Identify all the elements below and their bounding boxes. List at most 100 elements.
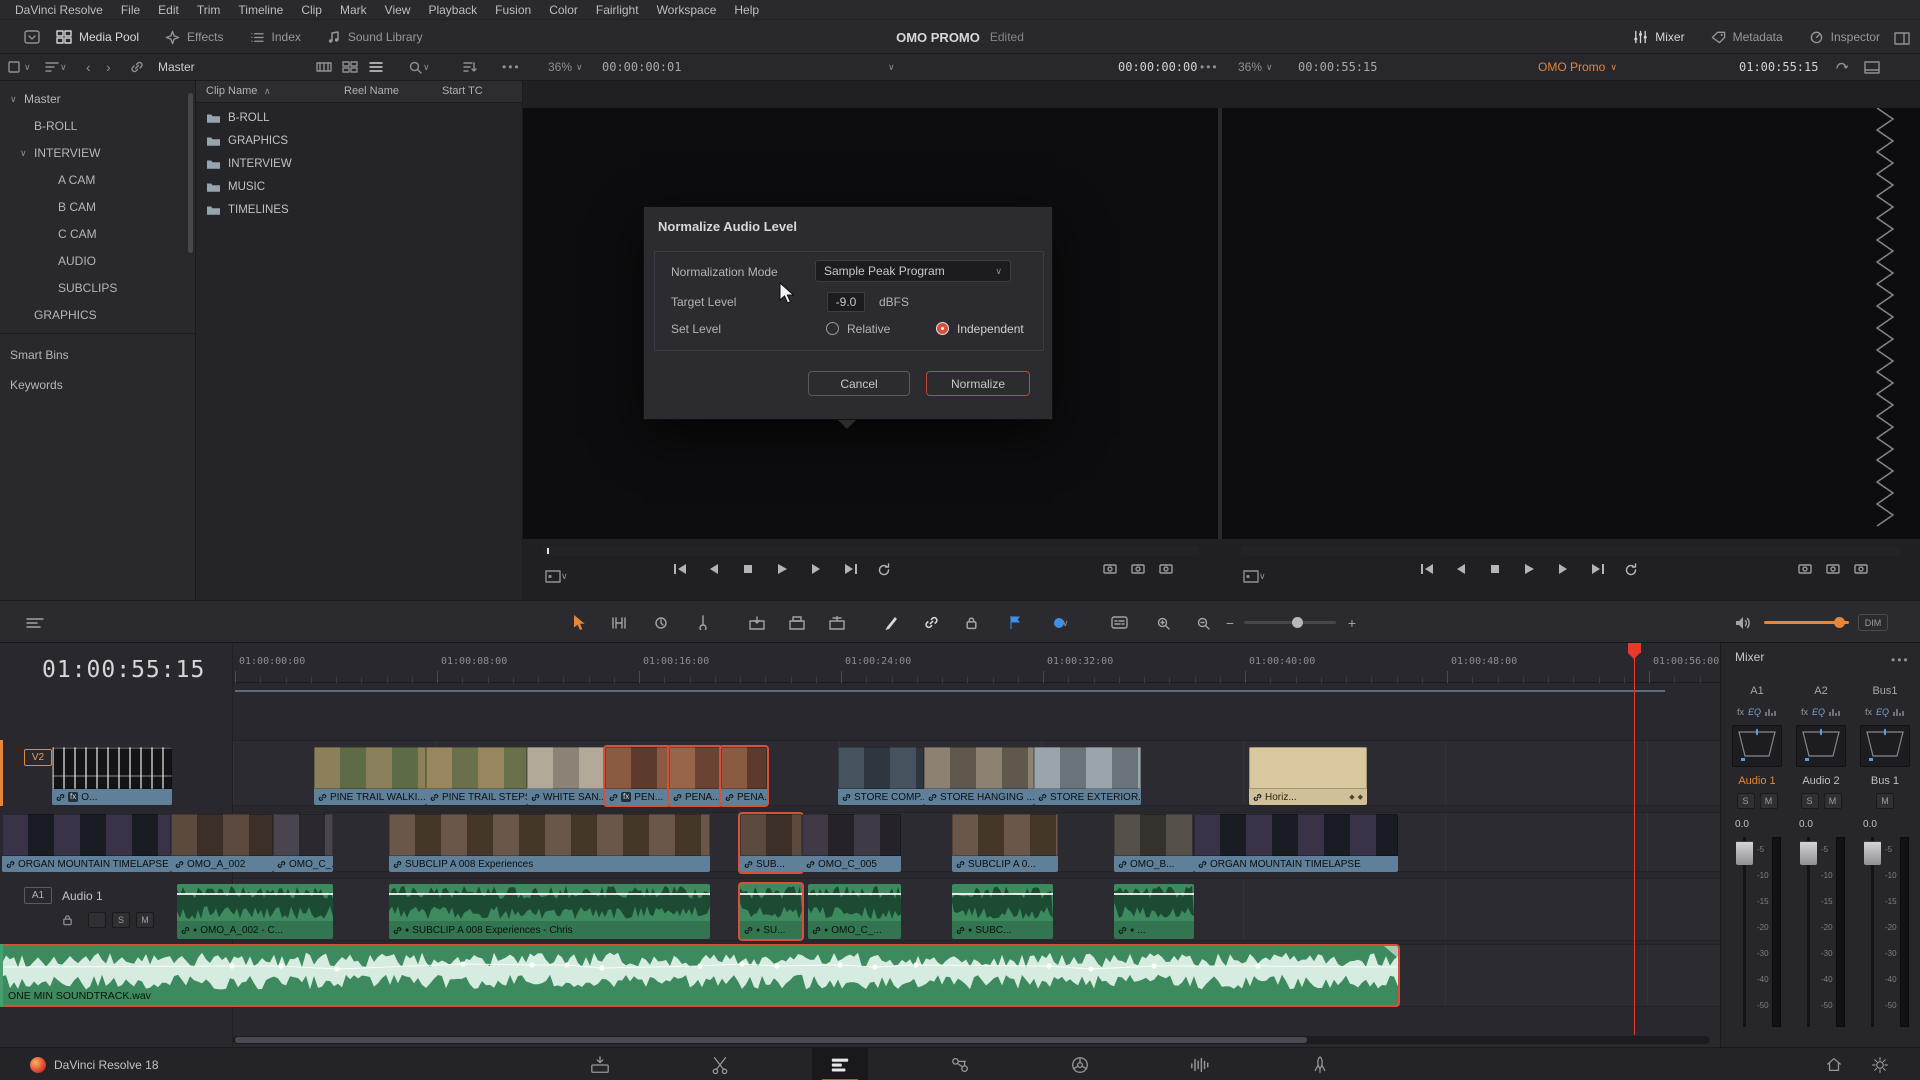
menu-help[interactable]: Help bbox=[725, 0, 768, 20]
bin-item-subclips[interactable]: SUBCLIPS bbox=[0, 276, 195, 300]
menu-mark[interactable]: Mark bbox=[331, 0, 376, 20]
independent-radio-label[interactable]: Independent bbox=[957, 322, 1024, 336]
independent-radio[interactable] bbox=[936, 322, 949, 335]
clip-omo-a-002-c[interactable]: ●OMO_A_002 - C... bbox=[177, 884, 333, 939]
clip-pen[interactable]: fxPEN... bbox=[605, 747, 669, 805]
stop-button[interactable] bbox=[739, 561, 757, 577]
mute-button[interactable]: M bbox=[1824, 793, 1842, 809]
step-back-button[interactable] bbox=[1452, 561, 1470, 577]
fader-handle[interactable] bbox=[1864, 841, 1881, 865]
volume-line[interactable] bbox=[952, 893, 1053, 895]
bin-item-b-cam[interactable]: B CAM bbox=[0, 195, 195, 219]
clip-sub[interactable]: SUB... bbox=[740, 814, 802, 872]
bin-item-graphics[interactable]: GRAPHICS bbox=[0, 303, 195, 327]
volume-line[interactable] bbox=[389, 893, 710, 895]
skip-forward-button[interactable] bbox=[1588, 561, 1606, 577]
channel-fx-row[interactable]: fxEQ bbox=[1727, 707, 1787, 717]
mute-button[interactable]: M bbox=[1876, 793, 1894, 809]
channel-name[interactable]: Bus 1 bbox=[1855, 775, 1915, 787]
loop-button[interactable] bbox=[1622, 561, 1640, 577]
dynamic-trim-tool[interactable] bbox=[648, 601, 674, 644]
zoom-detail-icon[interactable] bbox=[1150, 601, 1176, 644]
match-frame-icon[interactable] bbox=[1834, 54, 1849, 80]
fader-handle[interactable] bbox=[1736, 841, 1753, 865]
project-manager-icon[interactable] bbox=[1812, 1048, 1856, 1080]
marker-chevron-icon[interactable]: ∨ bbox=[1062, 618, 1069, 629]
bin-options-icon[interactable]: ••• bbox=[502, 54, 521, 80]
relative-radio-label[interactable]: Relative bbox=[847, 322, 890, 336]
bin-root-master[interactable]: ∨Master bbox=[0, 87, 195, 111]
menu-color[interactable]: Color bbox=[540, 0, 587, 20]
pan-control[interactable] bbox=[1860, 725, 1910, 767]
menu-playback[interactable]: Playback bbox=[419, 0, 486, 20]
bin-item-audio[interactable]: AUDIO bbox=[0, 249, 195, 273]
overwrite-clip-button[interactable] bbox=[784, 601, 810, 644]
page-fusion[interactable] bbox=[932, 1048, 988, 1080]
sort-order-icon[interactable] bbox=[462, 54, 477, 80]
solo-button[interactable]: S bbox=[1737, 793, 1755, 809]
insert-clip-button[interactable] bbox=[744, 601, 770, 644]
dim-button[interactable]: DIM bbox=[1858, 614, 1888, 631]
menu-davinci-resolve[interactable]: DaVinci Resolve bbox=[6, 0, 112, 20]
monitor-volume-handle[interactable] bbox=[1834, 617, 1845, 628]
chevron-down-icon[interactable]: ∨ bbox=[10, 94, 24, 105]
search-icon[interactable]: ∨ bbox=[408, 54, 430, 80]
clip-pine-trail-walki[interactable]: PINE TRAIL WALKI... bbox=[314, 747, 426, 805]
zoom-in-button[interactable]: + bbox=[1344, 601, 1360, 644]
source-zoom-select[interactable]: 36%∨ bbox=[548, 54, 583, 80]
clip-list-row[interactable]: INTERVIEW bbox=[196, 153, 522, 175]
zoom-slider-handle[interactable] bbox=[1292, 617, 1303, 628]
source-in-timecode[interactable]: 00:00:00:01 bbox=[602, 54, 681, 80]
clip-list-row[interactable]: GRAPHICS bbox=[196, 130, 522, 152]
bin-forward-button[interactable]: › bbox=[106, 54, 111, 80]
clip-pena[interactable]: PENA... bbox=[669, 747, 721, 805]
page-edit[interactable] bbox=[812, 1048, 868, 1080]
page-fairlight[interactable] bbox=[1172, 1048, 1228, 1080]
fader-handle[interactable] bbox=[1800, 841, 1817, 865]
lock-icon[interactable] bbox=[62, 914, 73, 926]
current-bin-label[interactable]: Master bbox=[158, 54, 195, 80]
clip-subc[interactable]: ●SUBC... bbox=[952, 884, 1053, 939]
layout-toggle-icon[interactable] bbox=[1894, 25, 1910, 51]
mixer-options-icon[interactable]: ••• bbox=[1891, 647, 1910, 673]
fade-handle[interactable] bbox=[1384, 946, 1398, 958]
menu-edit[interactable]: Edit bbox=[149, 0, 188, 20]
volume-automation[interactable] bbox=[2, 954, 1398, 994]
clip-su[interactable]: ●SU... bbox=[740, 884, 802, 939]
link-toggle[interactable] bbox=[918, 601, 944, 644]
pan-control[interactable] bbox=[1796, 725, 1846, 767]
step-forward-button[interactable] bbox=[807, 561, 825, 577]
clip-store-comp[interactable]: STORE COMP... bbox=[838, 747, 924, 805]
bin-item-c-cam[interactable]: C CAM bbox=[0, 222, 195, 246]
pan-control[interactable] bbox=[1732, 725, 1782, 767]
bin-view-menu-icon[interactable]: ∨ bbox=[8, 54, 31, 80]
zoom-out-button[interactable]: − bbox=[1222, 601, 1238, 644]
clip-organ-mountain-timelapse[interactable]: ORGAN MOUNTAIN TIMELAPSE bbox=[2, 814, 171, 872]
clip-pena[interactable]: PENA... bbox=[721, 747, 767, 805]
clip-omo-a-002[interactable]: OMO_A_002 bbox=[171, 814, 273, 872]
timeline-timecode[interactable]: 01:00:55:15 bbox=[1739, 54, 1818, 80]
step-back-button[interactable] bbox=[705, 561, 723, 577]
source-duration[interactable]: 00:00:55:15 bbox=[1298, 54, 1377, 80]
fx-label[interactable]: fx bbox=[1865, 707, 1872, 717]
timeline-hscroll-thumb[interactable] bbox=[235, 1037, 1307, 1043]
channel-fx-row[interactable]: fxEQ bbox=[1791, 707, 1851, 717]
clip-organ-mountain-timelapse[interactable]: ORGAN MOUNTAIN TIMELAPSE bbox=[1194, 814, 1398, 872]
viewer-options-icon[interactable]: ••• bbox=[1200, 54, 1219, 80]
eq-label[interactable]: EQ bbox=[1812, 707, 1825, 717]
razor-tool[interactable] bbox=[690, 601, 716, 644]
bin-item-interview[interactable]: ∨INTERVIEW bbox=[0, 141, 195, 165]
timeline-zoom-select[interactable]: 36%∨ bbox=[1238, 54, 1273, 80]
timeline-hscrollbar[interactable] bbox=[233, 1036, 1710, 1044]
clip-omo-c[interactable]: ●OMO_C_... bbox=[808, 884, 901, 939]
viewer-mode-icon[interactable] bbox=[1864, 54, 1880, 80]
solo-button[interactable]: S bbox=[1801, 793, 1819, 809]
page-cut[interactable] bbox=[692, 1048, 748, 1080]
page-deliver[interactable] bbox=[1292, 1048, 1348, 1080]
grab-still-icon[interactable] bbox=[1854, 563, 1868, 575]
track-name[interactable]: Audio 1 bbox=[62, 889, 103, 903]
mixer-strip-a1[interactable]: A1fxEQAudio 1SM0.0-5-10-15-20-30-40-50 bbox=[1727, 679, 1787, 1039]
thumbnail-view-icon[interactable] bbox=[342, 54, 358, 80]
source-clip-select-icon[interactable]: ∨ bbox=[888, 54, 895, 80]
volume-line[interactable] bbox=[177, 893, 333, 895]
